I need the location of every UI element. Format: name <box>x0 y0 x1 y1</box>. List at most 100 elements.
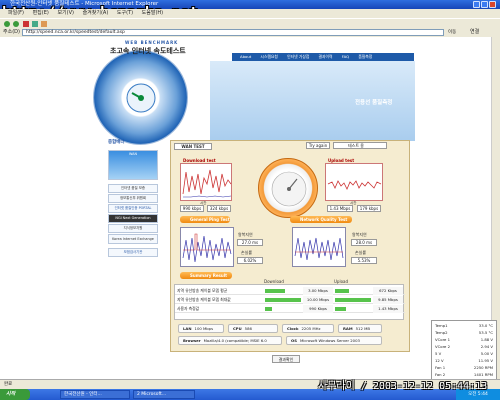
ping-value-1: 27.0 ms <box>237 239 263 246</box>
taskbar-item-group[interactable]: 2 Microsoft... <box>133 390 195 399</box>
lan-info: LAN 100 Mbps <box>178 324 224 333</box>
close-button[interactable] <box>489 1 496 8</box>
nav-system-request[interactable]: 시스템요청 <box>260 53 277 61</box>
download-value-1: 990 kbps <box>180 205 204 212</box>
menu-help[interactable]: 도움말(H) <box>142 10 163 16</box>
sidebar-banner-portal[interactable]: 인터넷 품질인증 PORTAL <box>108 204 158 213</box>
upload-bar <box>335 289 350 293</box>
speed-gauge <box>258 158 318 218</box>
benchmark-dial-logo <box>93 50 188 145</box>
menu-edit[interactable]: 편집(E) <box>33 10 49 16</box>
forward-icon[interactable] <box>13 21 19 27</box>
address-label: 주소(D) <box>3 29 20 35</box>
clock-info: Clock 2205 MHz <box>282 324 334 333</box>
results-table: 지역 유선방송 케이블 모뎀 평균 3.00 Mbps 672 Kbps 지역 … <box>174 284 405 320</box>
logo-subtitle: WEB BENCHMARK <box>125 40 179 45</box>
browser-toolbar <box>0 18 500 28</box>
stop-icon[interactable] <box>23 21 29 27</box>
summary-result-button[interactable]: Summary Result <box>180 272 232 279</box>
sidebar-banner-kix[interactable]: Korea Internet Exchange <box>108 234 158 244</box>
gauge-svg <box>271 171 307 207</box>
confirm-result-button[interactable]: 결과확인 <box>272 355 300 363</box>
refresh-icon[interactable] <box>32 21 38 27</box>
logo-title[interactable]: 초고속 인터넷 속도테스트 <box>110 46 186 56</box>
links-label[interactable]: 연결 <box>470 28 479 37</box>
sidebar-banner-ministry[interactable]: 정보통신부 위원회 <box>108 194 158 203</box>
nav-results[interactable]: 결과이력 <box>319 53 333 61</box>
download-value-2: 324 kbps <box>207 205 231 212</box>
network-quality-button[interactable]: Network Quality Test <box>290 216 352 223</box>
sidebar-banner-ngi[interactable]: NGI Next Generation <box>108 214 158 223</box>
hw-row: Temp1 33.0 °C <box>435 323 493 328</box>
upload-value-1: 1.43 Mbps <box>327 205 353 212</box>
sidebar-banner-quality[interactable]: 인터넷 품질 보증 <box>108 184 158 193</box>
table-row: 사용자 측정값 990 Kbps 1.43 Mbps <box>175 305 405 313</box>
maximize-button[interactable] <box>481 1 488 8</box>
site-nav: About 시스템요청 인터넷 가상점 결과이력 FAQ 품질측정 <box>232 53 414 61</box>
ram-info: RAM 512 MB <box>338 324 382 333</box>
general-ping-button[interactable]: General Ping Test <box>180 216 230 223</box>
upload-value-2: 179 kbps <box>357 205 381 212</box>
hw-row: 5 V 5.00 V <box>435 351 493 356</box>
url-input[interactable]: http://speed.nca.or.kr/speedtest/default… <box>22 29 444 36</box>
dial-svg <box>126 83 156 113</box>
hw-row: Fan 1 2250 RPM <box>435 365 493 370</box>
menu-favorites[interactable]: 즐겨찾기(A) <box>83 10 109 16</box>
upload-bar <box>335 307 346 311</box>
taskbar-item-browser[interactable]: 한국전산원 - 인터... <box>60 390 130 399</box>
loss-label-1: 손실률 <box>241 250 253 255</box>
nav-faq[interactable]: FAQ <box>342 53 349 61</box>
ping-graph-1-svg <box>182 233 232 263</box>
hardware-monitor-panel: Temp1 33.0 °C Temp2 53.5 °C VCore 1 1.88 V … <box>431 320 497 385</box>
table-row: 지역 유선방송 케이블 모뎀 최대값 10.00 Mbps 9.85 Mbps <box>175 296 405 304</box>
download-bar <box>265 289 285 293</box>
os-info: OS Microsoft Windows Server 2003 <box>286 336 382 345</box>
menu-file[interactable]: 파일(F) <box>8 10 24 16</box>
status-text: 완료 <box>4 382 13 387</box>
download-bar <box>265 298 301 302</box>
hero-title: 전용선 품질측정 <box>355 100 393 106</box>
loss-label-2: 손실률 <box>355 250 367 255</box>
try-again-button[interactable]: Try again <box>306 142 330 149</box>
table-row: 지역 유선방송 케이블 모뎀 평균 3.00 Mbps 672 Kbps <box>175 287 405 295</box>
sidebar-banner-knowledge[interactable]: 지식정보자원 <box>108 224 158 233</box>
back-icon[interactable] <box>4 21 10 27</box>
browser-info: Browser Mozilla/4.0 (compatible; MSIE 6.0 <box>178 336 282 345</box>
go-button[interactable]: 이동 <box>448 29 466 36</box>
nav-about[interactable]: About <box>240 53 251 61</box>
nav-quality[interactable]: 품질측정 <box>358 53 372 61</box>
loss-value-2: 5.53% <box>351 257 377 264</box>
row-label: 지역 유선방송 케이블 모뎀 평균 <box>177 288 228 293</box>
minimize-button[interactable] <box>473 1 480 8</box>
row-label: 지역 유선방송 케이블 모뎀 최대값 <box>177 297 231 302</box>
row-label: 사용자 측정값 <box>177 306 200 311</box>
ping-label-2: 왕복지연 <box>352 232 367 237</box>
start-button[interactable]: 시작 <box>0 389 30 400</box>
download-bar <box>265 307 273 311</box>
nav-virtual-store[interactable]: 인터넷 가상점 <box>287 53 309 61</box>
tab-wan-test[interactable]: WAN TEST <box>174 143 212 150</box>
hw-row: VCore 1 1.88 V <box>435 337 493 342</box>
sidebar-banner-model[interactable]: 모범검사기관 <box>108 248 158 257</box>
ping-label-1: 왕복지연 <box>238 232 253 237</box>
download-graph-svg <box>182 169 232 198</box>
menu-view[interactable]: 보기(V) <box>57 10 74 16</box>
home-icon[interactable] <box>41 21 47 27</box>
hw-row: 12 V 11.95 V <box>435 358 493 363</box>
download-graph <box>180 163 232 201</box>
menu-bar: 파일(F) 편집(E) 보기(V) 즐겨찾기(A) 도구(T) 도움말(H) <box>0 9 500 18</box>
loss-value-1: 6.02% <box>237 257 263 264</box>
upload-graph-svg <box>327 180 382 190</box>
ping-graph-2-svg <box>294 237 344 261</box>
upload-bar <box>335 298 371 302</box>
cpu-info: CPU 586 <box>228 324 278 333</box>
hw-row: Temp2 53.5 °C <box>435 330 493 335</box>
upload-graph <box>325 163 383 201</box>
hw-row: VCore 2 2.94 V <box>435 344 493 349</box>
ping-graph-2 <box>292 227 346 267</box>
test-select[interactable]: 테스트 용 <box>333 142 387 149</box>
sidebar-banner-wan[interactable]: WAN <box>108 150 158 180</box>
overlay-timestamp: 사무라이 / 2003-12-12 05:44:13 <box>318 381 488 392</box>
menu-tools[interactable]: 도구(T) <box>117 10 133 16</box>
ping-value-2: 28.0 ms <box>351 239 377 246</box>
